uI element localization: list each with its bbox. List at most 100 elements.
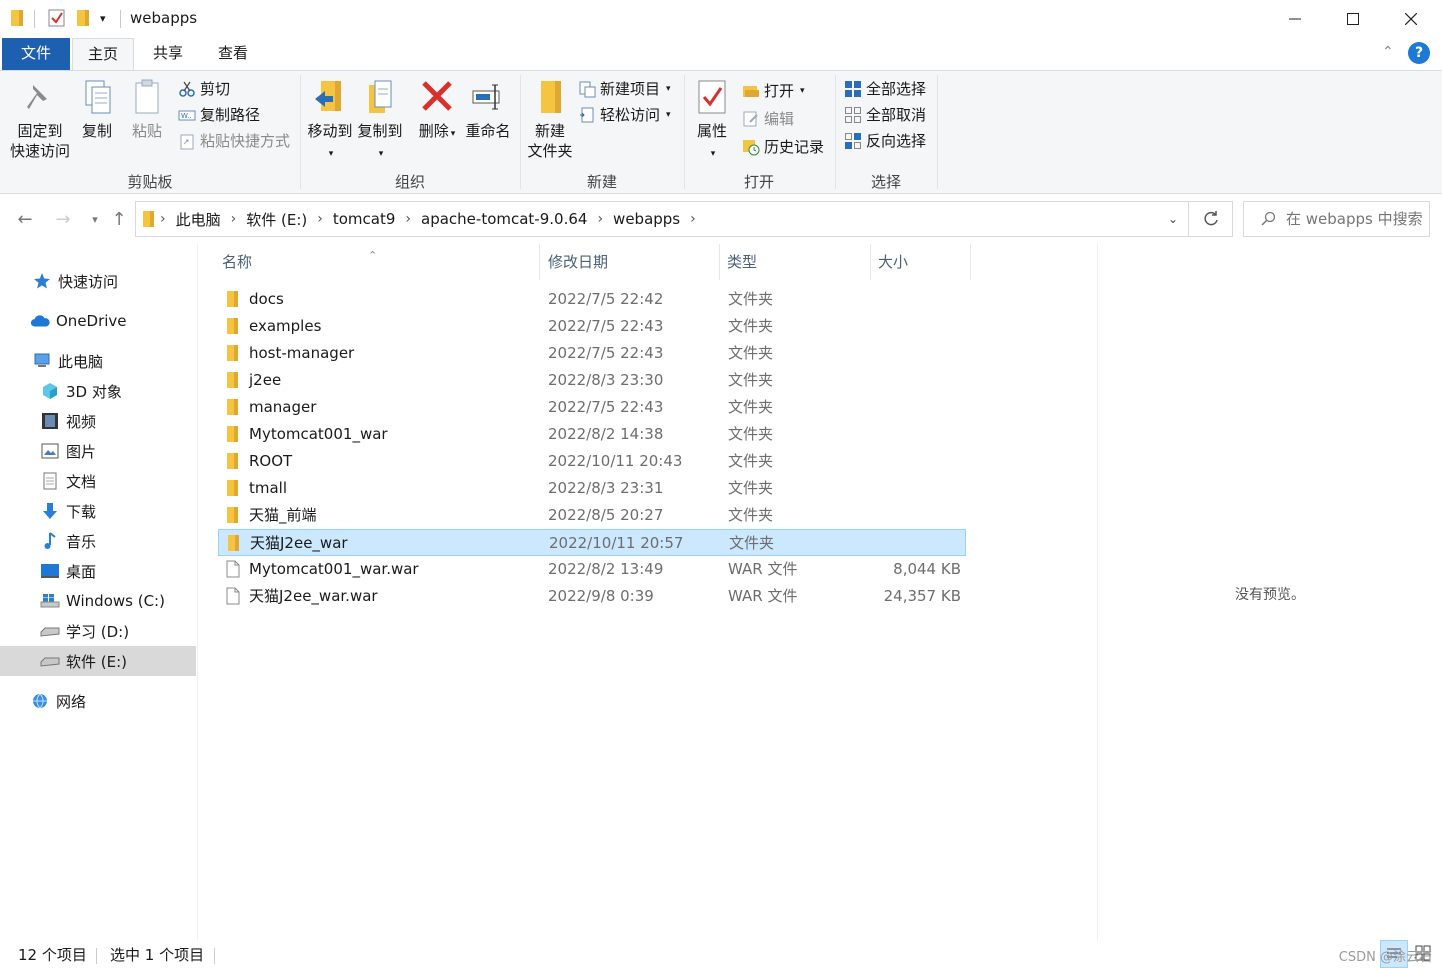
search-input[interactable] bbox=[1286, 210, 1426, 228]
customize-quick-access-icon[interactable]: ▾ bbox=[100, 12, 118, 32]
select-all-button[interactable]: 全部选择 bbox=[844, 77, 926, 101]
nav-item-drive-e[interactable]: 软件 (E:) bbox=[0, 646, 196, 676]
refresh-icon bbox=[1203, 211, 1218, 226]
easy-access-button[interactable]: 轻松访问 ▾ bbox=[578, 103, 671, 127]
move-to-button[interactable]: 移动到▾ bbox=[306, 77, 354, 164]
edit-button[interactable]: 编辑 bbox=[742, 107, 794, 131]
column-header-name[interactable]: ⌃ 名称 bbox=[218, 244, 540, 280]
file-date: 2022/7/5 22:42 bbox=[548, 290, 664, 308]
nav-item-desktop[interactable]: 桌面 bbox=[0, 556, 196, 586]
open-button[interactable]: 打开 ▾ bbox=[742, 79, 805, 103]
properties-check-icon[interactable] bbox=[48, 8, 66, 28]
forward-arrow-icon[interactable]: → bbox=[50, 206, 76, 232]
tab-share[interactable]: 共享 bbox=[138, 38, 198, 70]
file-row[interactable]: ROOT 2022/10/11 20:43 文件夹 bbox=[218, 448, 966, 475]
cut-button[interactable]: 剪切 bbox=[178, 77, 230, 101]
copy-button[interactable]: 复制 bbox=[74, 77, 120, 141]
minimize-button[interactable] bbox=[1266, 0, 1324, 38]
file-type: 文件夹 bbox=[728, 371, 774, 389]
folder-icon bbox=[225, 344, 243, 362]
picture-icon bbox=[40, 441, 60, 461]
breadcrumb-separator[interactable]: › bbox=[156, 211, 170, 227]
file-row[interactable]: Mytomcat001_war.war 2022/8/2 13:49 WAR 文件 8… bbox=[218, 556, 966, 583]
nav-item-3d-objects[interactable]: 3D 对象 bbox=[0, 376, 196, 406]
new-folder-icon bbox=[541, 81, 561, 113]
breadcrumb-separator[interactable]: › bbox=[686, 211, 700, 227]
delete-button[interactable]: 删除 ▾ bbox=[416, 77, 458, 144]
nav-item-downloads[interactable]: 下载 bbox=[0, 496, 196, 526]
cut-label: 剪切 bbox=[200, 80, 231, 98]
select-none-button[interactable]: 全部取消 bbox=[844, 103, 926, 127]
back-arrow-icon[interactable]: ← bbox=[12, 206, 38, 232]
file-row[interactable]: 天猫J2ee_war 2022/10/11 20:57 文件夹 bbox=[218, 529, 966, 556]
file-row[interactable]: host-manager 2022/7/5 22:43 文件夹 bbox=[218, 340, 966, 367]
file-row[interactable]: 天猫_前端 2022/8/5 20:27 文件夹 bbox=[218, 502, 966, 529]
up-arrow-icon[interactable]: ↑ bbox=[106, 206, 132, 232]
properties-button[interactable]: 属性 ▾ bbox=[690, 77, 734, 164]
breadcrumb-tomcat9[interactable]: tomcat9 bbox=[327, 210, 402, 228]
search-box[interactable] bbox=[1243, 201, 1430, 237]
nav-item-pictures[interactable]: 图片 bbox=[0, 436, 196, 466]
nav-item-this-pc[interactable]: 此电脑 bbox=[0, 346, 196, 376]
column-header-size[interactable]: 大小 bbox=[874, 244, 971, 280]
nav-item-drive-d[interactable]: 学习 (D:) bbox=[0, 616, 196, 646]
breadcrumb-webapps[interactable]: webapps bbox=[607, 210, 686, 228]
column-header-date[interactable]: 修改日期 bbox=[544, 244, 720, 280]
pin-quick-access-button[interactable]: 固定到 快速访问 bbox=[8, 77, 72, 161]
file-row[interactable]: manager 2022/7/5 22:43 文件夹 bbox=[218, 394, 966, 421]
breadcrumb-drive-e[interactable]: 软件 (E:) bbox=[240, 209, 313, 230]
column-header-type[interactable]: 类型 bbox=[723, 244, 871, 280]
nav-item-music[interactable]: 音乐 bbox=[0, 526, 196, 556]
paste-shortcut-button[interactable]: 粘贴快捷方式 bbox=[178, 129, 290, 153]
tab-view[interactable]: 查看 bbox=[203, 38, 263, 70]
address-history-chevron-icon[interactable]: ⌄ bbox=[1168, 212, 1178, 226]
edit-icon bbox=[743, 111, 758, 127]
nav-item-onedrive[interactable]: OneDrive bbox=[0, 306, 196, 336]
paste-button[interactable]: 粘贴 bbox=[124, 77, 170, 141]
recent-locations-chevron-icon[interactable]: ▾ bbox=[82, 206, 108, 232]
windows-drive-icon bbox=[40, 591, 60, 611]
copy-icon bbox=[85, 80, 111, 114]
file-icon bbox=[225, 587, 243, 605]
nav-item-documents[interactable]: 文档 bbox=[0, 466, 196, 496]
new-item-button[interactable]: 新建项目 ▾ bbox=[578, 77, 671, 101]
file-row[interactable]: examples 2022/7/5 22:43 文件夹 bbox=[218, 313, 966, 340]
history-button[interactable]: 历史记录 bbox=[742, 135, 824, 159]
tab-file[interactable]: 文件 bbox=[2, 38, 70, 70]
collapse-ribbon-icon[interactable]: ⌃ bbox=[1382, 44, 1394, 60]
new-folder-button[interactable]: 新建 文件夹 bbox=[524, 77, 576, 161]
copy-path-button[interactable]: W.. 复制路径 bbox=[178, 103, 260, 127]
nav-item-drive-c[interactable]: Windows (C:) bbox=[0, 586, 196, 616]
file-row[interactable]: Mytomcat001_war 2022/8/2 14:38 文件夹 bbox=[218, 421, 966, 448]
file-type: 文件夹 bbox=[729, 534, 775, 552]
address-bar[interactable]: › 此电脑 › 软件 (E:) › tomcat9 › apache-tomca… bbox=[135, 201, 1189, 237]
help-icon[interactable]: ? bbox=[1408, 42, 1430, 64]
new-folder-quick-icon[interactable] bbox=[76, 8, 94, 28]
file-row[interactable]: docs 2022/7/5 22:42 文件夹 bbox=[218, 286, 966, 313]
file-row[interactable]: 天猫J2ee_war.war 2022/9/8 0:39 WAR 文件 24,357 … bbox=[218, 583, 966, 610]
desktop-icon bbox=[40, 561, 60, 581]
breadcrumb-separator[interactable]: › bbox=[593, 211, 607, 227]
column-label: 大小 bbox=[878, 253, 909, 271]
nav-item-quick-access[interactable]: 快速访问 bbox=[0, 266, 196, 296]
invert-selection-button[interactable]: 反向选择 bbox=[844, 129, 926, 153]
breadcrumb-separator[interactable]: › bbox=[227, 211, 241, 227]
breadcrumb-this-pc[interactable]: 此电脑 bbox=[170, 209, 227, 230]
delete-icon bbox=[422, 81, 452, 111]
maximize-button[interactable] bbox=[1324, 0, 1382, 38]
maximize-icon bbox=[1347, 13, 1359, 25]
nav-item-network[interactable]: 网络 bbox=[0, 686, 196, 716]
breadcrumb-separator[interactable]: › bbox=[313, 211, 327, 227]
breadcrumb-separator[interactable]: › bbox=[401, 211, 415, 227]
tab-home[interactable]: 主页 bbox=[72, 38, 134, 71]
copy-to-button[interactable]: 复制到▾ bbox=[356, 77, 404, 164]
paste-shortcut-label: 粘贴快捷方式 bbox=[200, 132, 291, 150]
refresh-button[interactable] bbox=[1189, 201, 1233, 237]
nav-item-videos[interactable]: 视频 bbox=[0, 406, 196, 436]
rename-button[interactable]: 重命名 bbox=[464, 77, 512, 141]
close-button[interactable] bbox=[1382, 0, 1440, 38]
breadcrumb-apache-tomcat[interactable]: apache-tomcat-9.0.64 bbox=[415, 210, 593, 228]
file-row[interactable]: tmall 2022/8/3 23:31 文件夹 bbox=[218, 475, 966, 502]
copy-path-label: 复制路径 bbox=[200, 106, 261, 124]
file-row[interactable]: j2ee 2022/8/3 23:30 文件夹 bbox=[218, 367, 966, 394]
